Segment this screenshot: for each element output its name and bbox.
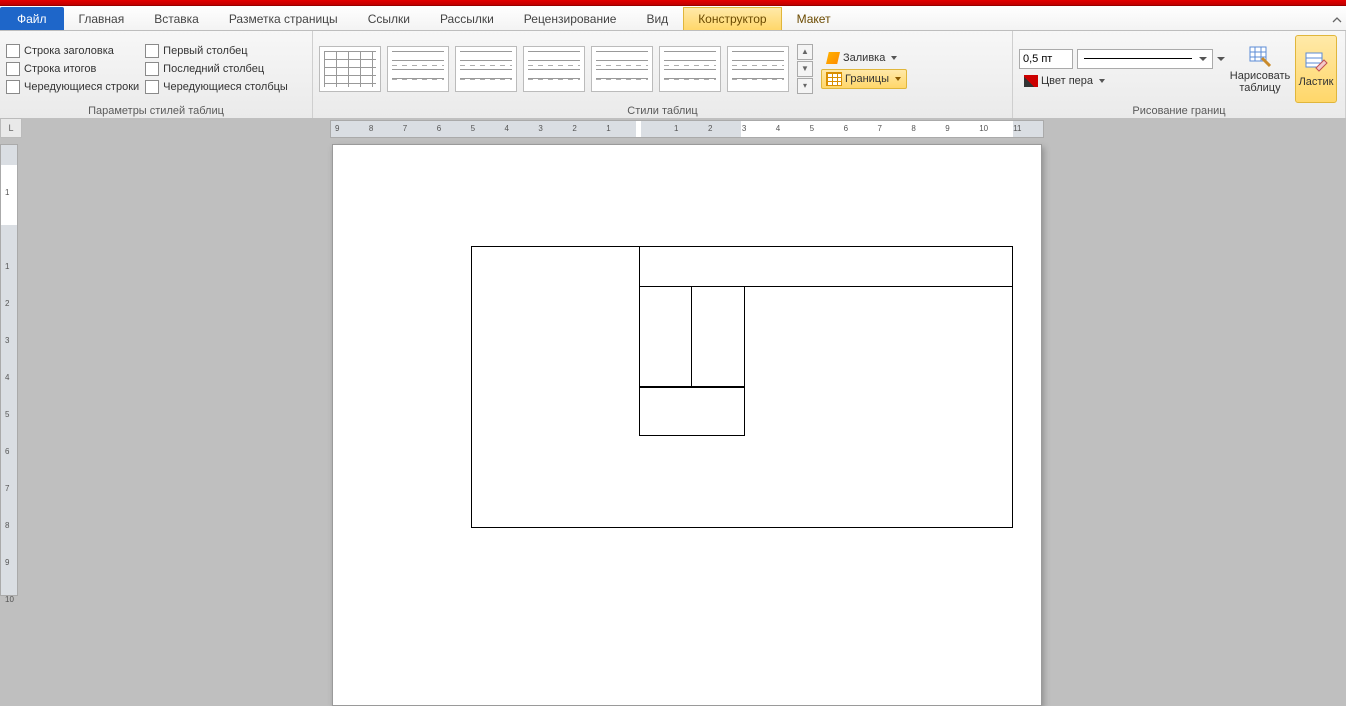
document-page[interactable] [332,144,1042,706]
chk-banded-columns[interactable]: Чередующиеся столбцы [145,80,288,94]
table-cell[interactable] [639,286,745,388]
table-row[interactable] [639,246,1012,287]
horizontal-ruler[interactable]: 9876543211234567891011 [330,120,1044,138]
draw-table-icon [1248,44,1272,68]
table-style-thumb[interactable] [659,46,721,92]
chk-banded-rows[interactable]: Чередующиеся строки [6,80,139,94]
chevron-down-icon[interactable] [1215,53,1227,65]
chk-label: Строка заголовка [24,45,114,57]
chk-last-column[interactable]: Последний столбец [145,62,288,76]
tab-view[interactable]: Вид [631,7,683,30]
tab-design[interactable]: Конструктор [683,7,781,30]
chevron-down-icon [1098,77,1106,85]
table-style-thumb[interactable] [523,46,585,92]
tab-insert[interactable]: Вставка [139,7,214,30]
label: Границы [845,73,889,85]
chk-label: Первый столбец [163,45,247,57]
draw-table-button[interactable]: Нарисовать таблицу [1229,35,1291,103]
chevron-down-icon [894,75,902,83]
gallery-down-icon[interactable]: ▼ [797,61,813,77]
table-style-thumb[interactable] [387,46,449,92]
pen-width-select[interactable]: 0,5 пт [1019,49,1073,69]
gallery-scroll: ▲ ▼ ▾ [797,44,813,95]
borders-icon [826,72,842,86]
shading-button[interactable]: Заливка [821,49,907,67]
tab-page-layout[interactable]: Разметка страницы [214,7,353,30]
bucket-icon [826,52,840,64]
label: Цвет пера [1041,75,1093,87]
workspace: L 9876543211234567891011 112345678910 [0,118,1346,596]
ribbon-tabs: Файл Главная Вставка Разметка страницы С… [0,6,1346,31]
borders-button[interactable]: Границы [821,69,907,89]
gallery-more-icon[interactable]: ▾ [797,78,813,94]
pen-style-select[interactable] [1077,49,1213,69]
pen-color-button[interactable]: Цвет пера [1019,72,1227,90]
group-style-options: Строка заголовка Строка итогов Чередующи… [0,31,313,119]
chevron-down-icon [1197,53,1209,65]
pen-icon [1024,75,1038,87]
gallery-up-icon[interactable]: ▲ [797,44,813,60]
tab-mailings[interactable]: Рассылки [425,7,509,30]
label: Заливка [843,52,885,64]
table-style-thumb[interactable] [591,46,653,92]
tab-review[interactable]: Рецензирование [509,7,632,30]
table-style-thumb[interactable] [727,46,789,92]
chk-label: Строка итогов [24,63,96,75]
chk-total-row[interactable]: Строка итогов [6,62,139,76]
chk-label: Последний столбец [163,63,264,75]
tab-file[interactable]: Файл [0,7,64,30]
table-cell[interactable] [639,386,745,436]
tab-layout[interactable]: Макет [782,7,846,30]
chk-label: Чередующиеся строки [24,81,139,93]
group-draw-borders: 0,5 пт Цвет пера [1013,31,1346,119]
ribbon: Строка заголовка Строка итогов Чередующи… [0,31,1346,120]
vertical-ruler[interactable]: 112345678910 [0,144,18,596]
tab-references[interactable]: Ссылки [353,7,425,30]
ribbon-collapse-icon[interactable] [1328,12,1346,30]
table-style-thumb[interactable] [455,46,517,92]
label: Ластик [1299,76,1334,88]
eraser-icon [1304,50,1328,74]
group-title: Стили таблиц [319,105,1006,119]
table-divider[interactable] [691,286,692,386]
group-title: Параметры стилей таблиц [6,105,306,119]
chk-label: Чередующиеся столбцы [163,81,288,93]
group-title: Рисование границ [1019,105,1339,119]
tab-home[interactable]: Главная [64,7,140,30]
ruler-corner[interactable]: L [0,118,22,138]
group-table-styles: ▲ ▼ ▾ Заливка Границы Стили таблиц [313,31,1013,119]
eraser-button[interactable]: Ластик [1295,35,1337,103]
chk-header-row[interactable]: Строка заголовка [6,44,139,58]
chk-first-column[interactable]: Первый столбец [145,44,288,58]
table-style-thumb[interactable] [319,46,381,92]
chevron-down-icon [890,54,898,62]
label: Нарисовать таблицу [1230,70,1290,94]
value: 0,5 пт [1023,53,1052,65]
table-styles-gallery[interactable]: ▲ ▼ ▾ [319,44,813,95]
